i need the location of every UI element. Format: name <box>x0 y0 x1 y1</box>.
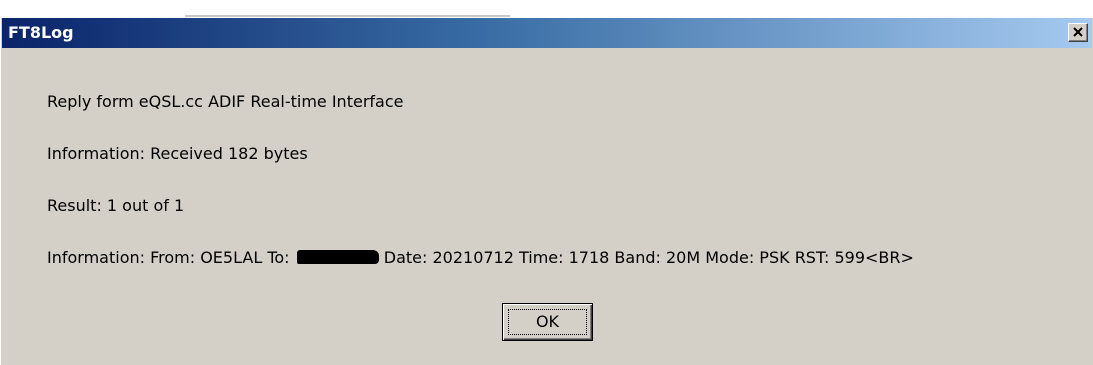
ok-button[interactable]: OK <box>502 303 593 341</box>
background-window-edge <box>185 15 510 17</box>
message-dialog: FT8Log Reply form eQSL.cc ADIF Real-time… <box>0 18 1093 365</box>
message-line-4-prefix: Information: From: OE5LAL To: <box>47 248 290 267</box>
message-line-4-suffix: Date: 20210712 Time: 1718 Band: 20M Mode… <box>383 248 914 267</box>
close-icon <box>1073 27 1083 37</box>
ok-button-label: OK <box>535 312 560 331</box>
close-button[interactable] <box>1068 23 1088 42</box>
background-window-strip <box>0 0 1093 18</box>
message-line-1: Reply form eQSL.cc ADIF Real-time Interf… <box>47 92 404 111</box>
message-line-4: Information: From: OE5LAL To: Date: 2021… <box>47 248 914 268</box>
redacted-callsign <box>296 250 379 264</box>
message-line-3: Result: 1 out of 1 <box>47 196 185 215</box>
window-title: FT8Log <box>8 23 74 42</box>
message-line-2: Information: Received 182 bytes <box>47 144 308 163</box>
title-bar[interactable]: FT8Log <box>2 18 1092 48</box>
